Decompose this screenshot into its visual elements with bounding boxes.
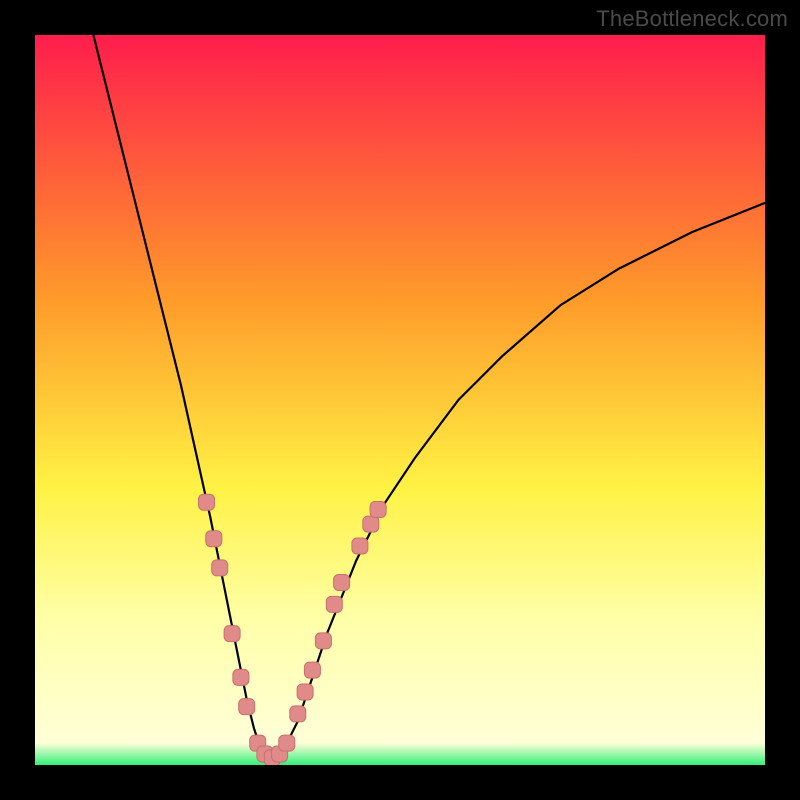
plot-area bbox=[35, 35, 765, 765]
curve-marker bbox=[304, 662, 320, 678]
curve-marker bbox=[297, 684, 313, 700]
curve-marker bbox=[352, 538, 368, 554]
curve-marker bbox=[239, 699, 255, 715]
curve-marker bbox=[370, 502, 386, 518]
curve-marker bbox=[290, 706, 306, 722]
chart-stage: TheBottleneck.com bbox=[0, 0, 800, 800]
watermark-text: TheBottleneck.com bbox=[596, 6, 788, 32]
curve-marker bbox=[279, 735, 295, 751]
curve-layer bbox=[35, 35, 765, 765]
curve-marker bbox=[212, 560, 228, 576]
curve-markers bbox=[199, 494, 387, 765]
curve-marker bbox=[334, 575, 350, 591]
curve-marker bbox=[363, 516, 379, 532]
bottleneck-curve bbox=[93, 35, 765, 758]
curve-marker bbox=[199, 494, 215, 510]
curve-marker bbox=[206, 531, 222, 547]
curve-marker bbox=[326, 596, 342, 612]
curve-marker bbox=[315, 633, 331, 649]
curve-marker bbox=[233, 669, 249, 685]
curve-marker bbox=[224, 626, 240, 642]
